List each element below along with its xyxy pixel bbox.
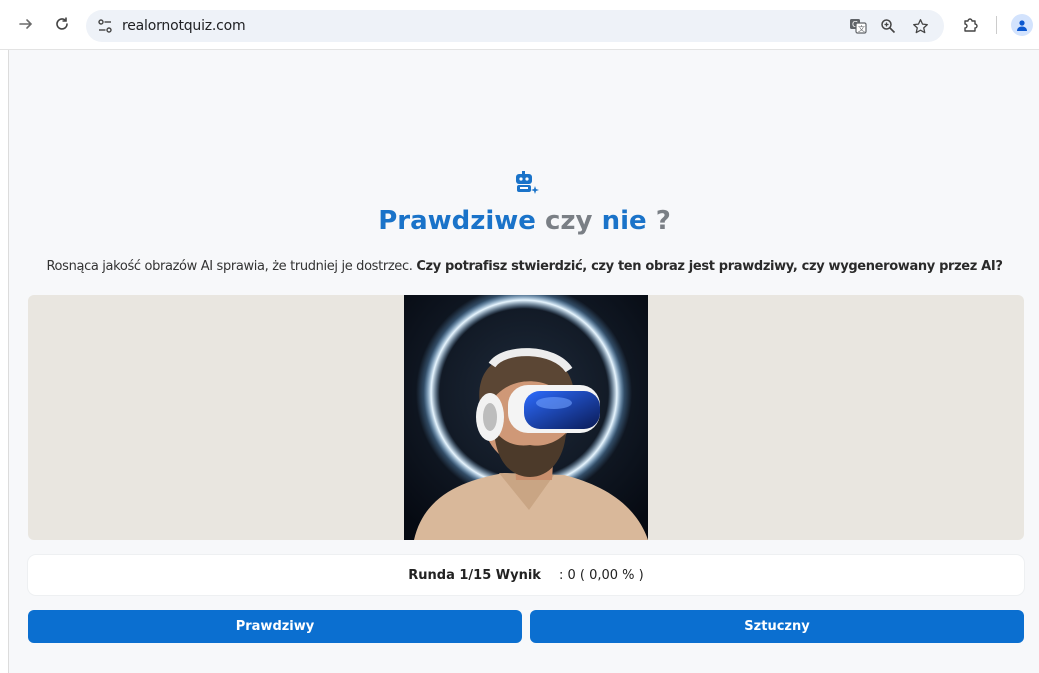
site-settings-icon[interactable] <box>96 17 114 35</box>
reload-button[interactable] <box>50 12 74 36</box>
page-title: Prawdziwe czy nie ? <box>9 206 1039 236</box>
browser-toolbar: realornotquiz.com G文 <box>0 0 1039 50</box>
zoom-icon <box>881 19 896 34</box>
quiz-image-frame <box>28 295 1024 540</box>
address-bar[interactable]: realornotquiz.com G文 <box>86 10 944 42</box>
intro-text: Rosnąca jakość obrazów AI sprawia, że tr… <box>9 259 1039 274</box>
intro-statement: Rosnąca jakość obrazów AI sprawia, że tr… <box>46 259 413 274</box>
reload-icon <box>56 17 68 30</box>
zoom-button[interactable] <box>878 16 898 36</box>
title-word-czy: czy <box>545 206 593 236</box>
quiz-photo <box>404 295 648 540</box>
profile-icon <box>1017 20 1027 31</box>
back-button[interactable] <box>14 12 38 36</box>
translate-button[interactable]: G文 <box>848 16 868 36</box>
real-answer-button[interactable]: Prawdziwy <box>28 610 522 643</box>
round-label: Runda 1/15 Wynik <box>408 567 541 583</box>
robot-icon <box>516 171 539 194</box>
puzzle-icon <box>964 18 978 32</box>
extensions-button[interactable] <box>960 14 982 36</box>
arrow-right-icon <box>19 19 33 29</box>
fake-answer-button[interactable]: Sztuczny <box>530 610 1024 643</box>
url-text[interactable]: realornotquiz.com <box>122 18 246 34</box>
svg-text:文: 文 <box>858 24 865 33</box>
profile-button[interactable] <box>1011 14 1033 36</box>
translate-icon: G文 <box>850 19 867 34</box>
star-icon <box>912 18 928 33</box>
intro-question: Czy potrafisz stwierdzić, czy ten obraz … <box>416 259 1003 274</box>
score-bar: Runda 1/15 Wynik : 0 ( 0,00 % ) <box>28 555 1024 595</box>
score-value: : 0 ( 0,00 % ) <box>558 567 644 583</box>
toolbar-divider <box>996 16 997 34</box>
title-word-nie: nie <box>601 206 647 236</box>
title-word-prawdziwe: Prawdziwe <box>378 206 536 236</box>
title-question-mark: ? <box>655 206 671 236</box>
bookmark-button[interactable] <box>910 16 930 36</box>
page-content: Prawdziwe czy nie ? Rosnąca jakość obraz… <box>8 50 1039 673</box>
